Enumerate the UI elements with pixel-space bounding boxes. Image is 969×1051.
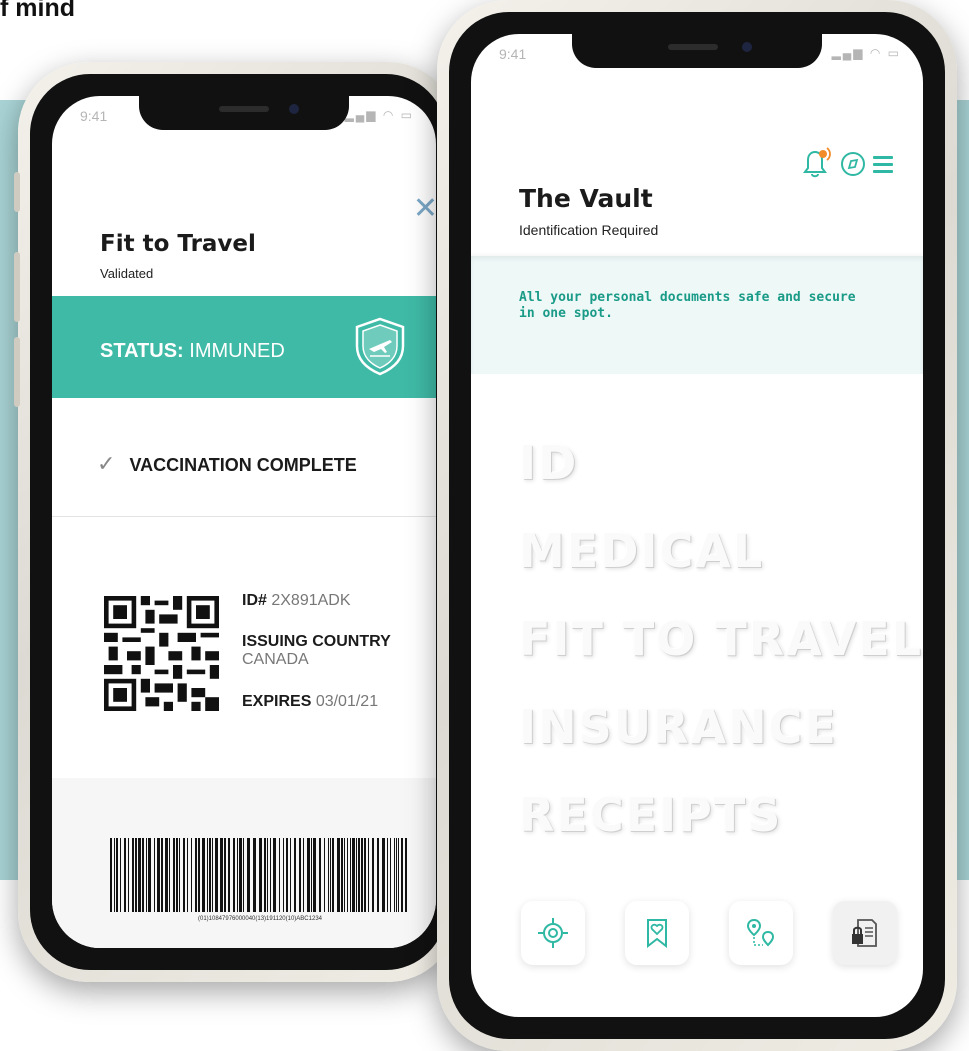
side-button: [14, 337, 20, 407]
close-icon[interactable]: ✕: [413, 191, 436, 226]
page-subtitle: Identification Required: [519, 222, 659, 238]
country-value: CANADA: [242, 651, 309, 668]
expires-label: EXPIRES: [242, 693, 312, 710]
nav-route-button[interactable]: [729, 901, 793, 965]
id-number: ID# 2X891ADK: [242, 592, 351, 610]
page-subtitle: Validated: [100, 266, 154, 281]
vaccination-label: VACCINATION COMPLETE: [129, 455, 357, 475]
divider: [52, 516, 436, 517]
shield-plane-icon: [355, 317, 405, 376]
status-banner: STATUS: IMMUNED: [52, 296, 436, 398]
route-icon: [746, 918, 775, 947]
page-title: The Vault: [519, 184, 653, 213]
side-button: [14, 172, 20, 212]
page-heading: f mind: [0, 0, 75, 22]
target-icon: [538, 918, 568, 948]
nav-target-button[interactable]: [521, 901, 585, 965]
status-value: IMMUNED: [189, 340, 285, 362]
signal-wifi-battery-icon: ▂▄▆ ◠ ▭: [831, 46, 901, 60]
bottom-nav: [521, 901, 901, 969]
signal-wifi-battery-icon: ▂▄▆ ◠ ▭: [344, 108, 414, 122]
nav-bookmark-button[interactable]: [625, 901, 689, 965]
info-banner: All your personal documents safe and sec…: [471, 256, 923, 374]
locked-document-icon: [852, 919, 877, 947]
country-label: ISSUING COUNTRY: [242, 633, 391, 650]
menu-icon[interactable]: [873, 156, 893, 173]
qr-code: [104, 596, 219, 711]
status-time: 9:41: [499, 46, 527, 62]
category-id[interactable]: ID: [519, 436, 578, 490]
nav-vault-button[interactable]: [833, 901, 897, 965]
notch: [572, 34, 822, 68]
status-text: STATUS: IMMUNED: [100, 340, 285, 363]
bell-icon[interactable]: [803, 147, 831, 178]
notch: [139, 96, 349, 130]
id-label: ID#: [242, 592, 267, 609]
category-receipts[interactable]: RECEIPTS: [519, 788, 782, 842]
id-value: 2X891ADK: [271, 592, 351, 609]
fit-to-travel-screen: 9:41 ▂▄▆ ◠ ▭ ✕ Fit to Travel Validated S…: [52, 96, 436, 948]
page-title: Fit to Travel: [100, 231, 256, 257]
side-button: [14, 252, 20, 322]
barcode-number: (01)10847976000040(13)191120(10)ABC1234: [198, 916, 322, 922]
issuing-country: ISSUING COUNTRY CANADA: [242, 633, 391, 669]
status-time: 9:41: [80, 108, 108, 124]
barcode: [110, 838, 407, 912]
phone-the-vault: 9:41 ▂▄▆ ◠ ▭ The Vault Identification Re…: [437, 0, 957, 1051]
category-insurance[interactable]: INSURANCE: [519, 700, 838, 754]
expires-value: 03/01/21: [315, 693, 379, 710]
bookmark-heart-icon: [647, 919, 667, 948]
expiry-date: EXPIRES 03/01/21: [242, 693, 378, 711]
vault-screen: 9:41 ▂▄▆ ◠ ▭ The Vault Identification Re…: [471, 34, 923, 1017]
category-fit-to-travel[interactable]: FIT TO TRAVEL: [519, 612, 923, 666]
header-actions: [795, 146, 895, 185]
vaccination-status: ✓ VACCINATION COMPLETE: [97, 451, 357, 477]
category-medical[interactable]: MEDICAL: [519, 524, 764, 578]
banner-text: All your personal documents safe and sec…: [519, 290, 856, 321]
phone-fit-to-travel: 9:41 ▂▄▆ ◠ ▭ ✕ Fit to Travel Validated S…: [14, 62, 458, 982]
status-label: STATUS:: [100, 340, 184, 362]
check-icon: ✓: [97, 451, 116, 476]
compass-icon[interactable]: [841, 152, 865, 176]
